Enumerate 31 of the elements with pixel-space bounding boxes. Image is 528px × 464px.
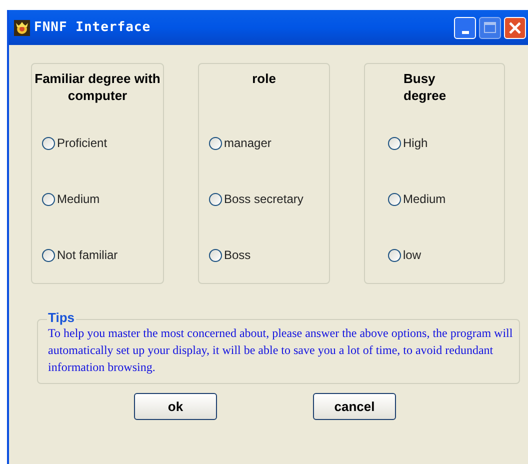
- radio-button[interactable]: [42, 136, 55, 150]
- window-title: FNNF Interface: [34, 18, 151, 37]
- maximize-button[interactable]: [479, 16, 501, 38]
- radio-button[interactable]: [42, 192, 55, 206]
- tips-title: Tips: [47, 310, 76, 326]
- option-label: low: [403, 247, 422, 264]
- radio-button[interactable]: [209, 248, 222, 262]
- radio-button[interactable]: [388, 136, 401, 150]
- radio-button[interactable]: [42, 248, 55, 262]
- option-label: Medium: [403, 191, 446, 208]
- group-title: role: [252, 70, 276, 88]
- option-label: Medium: [57, 191, 100, 208]
- close-button[interactable]: [504, 16, 526, 38]
- option-label: Not familiar: [57, 247, 118, 264]
- option-label: Boss secretary: [224, 191, 304, 208]
- group-title: Familiar degree with computer: [34, 70, 162, 105]
- radio-button[interactable]: [209, 136, 222, 150]
- option-label: High: [403, 135, 428, 152]
- ok-button[interactable]: ok: [134, 393, 217, 420]
- minimize-button[interactable]: [454, 16, 476, 38]
- close-icon: [509, 22, 521, 34]
- group-title: Busy degree: [402, 70, 448, 105]
- option-label: Boss: [224, 247, 251, 264]
- tips-text: To help you master the most concerned about, please answer the above options, the program will automatically set up your display, it will be able to save you a lot of time, to avoid redundant information browsing.: [48, 325, 514, 376]
- radio-button[interactable]: [209, 192, 222, 206]
- option-label: Proficient: [57, 135, 108, 152]
- cancel-button[interactable]: cancel: [313, 393, 396, 420]
- radio-button[interactable]: [388, 192, 401, 206]
- option-label: manager: [224, 135, 272, 152]
- radio-button[interactable]: [388, 248, 401, 262]
- app-icon: [13, 18, 31, 36]
